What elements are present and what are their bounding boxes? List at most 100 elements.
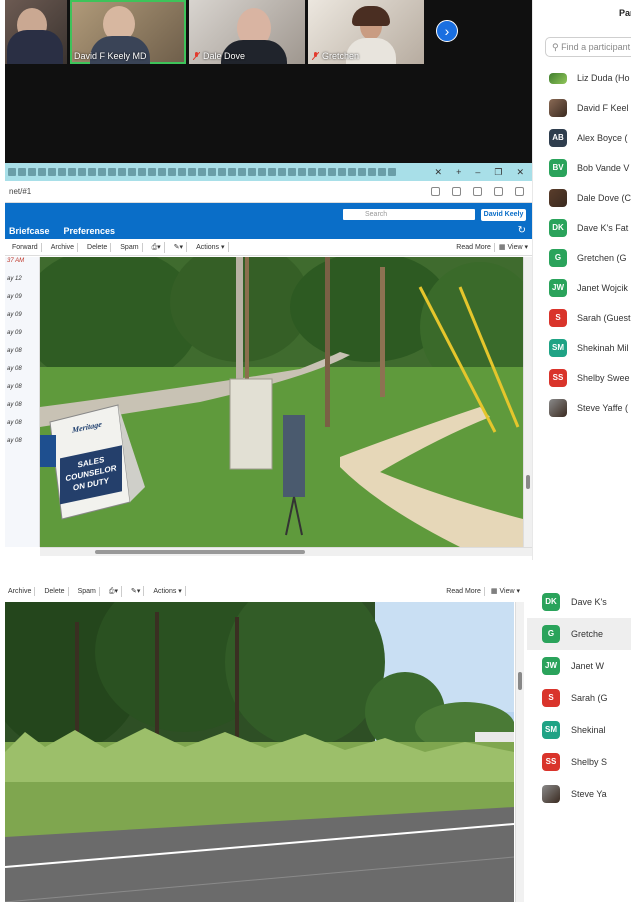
avatar-photo — [549, 399, 567, 417]
muted-mic-icon — [192, 51, 201, 61]
sign-panel: SALES COUNSELOR ON DUTY — [60, 445, 122, 505]
participant-row[interactable]: JW Janet Wojcik — [533, 273, 631, 303]
list-item[interactable]: ay 08 — [5, 437, 39, 455]
tag-icon[interactable]: ✎▾ — [128, 586, 145, 596]
participant-name: Sarah (G — [571, 693, 608, 703]
video-tile[interactable] — [5, 0, 67, 64]
address-text: net/#1 — [9, 187, 32, 196]
meeting-view: David F Keely MD Dale Dove Gretchen › ✕ +… — [5, 0, 532, 556]
delete-button[interactable]: Delete — [41, 586, 69, 596]
participant-row[interactable]: S Sarah (Guest — [533, 303, 631, 333]
list-item[interactable]: ay 08 — [5, 419, 39, 437]
vertical-scrollbar[interactable] — [523, 257, 532, 547]
tile-name-text: Dale Dove — [203, 51, 246, 61]
participant-row[interactable]: DK Dave K's — [527, 586, 631, 618]
participant-row[interactable]: Steve Yaffe ( — [533, 393, 631, 423]
list-item[interactable]: ay 08 — [5, 365, 39, 383]
attachment-photo-2 — [5, 602, 514, 902]
participant-name: Janet W — [571, 661, 605, 671]
copilot-icon[interactable] — [515, 187, 524, 196]
tab-briefcase[interactable]: Briefcase — [9, 226, 50, 236]
tile-name: Gretchen — [311, 51, 360, 61]
list-item[interactable]: ay 09 — [5, 329, 39, 347]
muted-mic-icon — [311, 51, 320, 61]
extension-icon[interactable] — [473, 187, 482, 196]
avatar: AB — [549, 129, 567, 147]
new-tab-icon[interactable]: + — [456, 167, 461, 178]
close-tab-icon[interactable]: ✕ — [435, 167, 443, 178]
participant-row[interactable]: Dale Dove (C — [533, 183, 631, 213]
participant-row[interactable]: SS Shelby Swee — [533, 363, 631, 393]
actions-button[interactable]: Actions ▾ — [193, 242, 229, 252]
spam-button[interactable]: Spam — [117, 242, 143, 252]
participant-name: Gretche — [571, 629, 604, 639]
participant-name: Janet Wojcik — [577, 283, 628, 293]
read-more-button[interactable]: Read More — [443, 586, 485, 596]
read-aloud-icon[interactable] — [431, 187, 440, 196]
print-icon[interactable]: ⎙▾ — [106, 585, 122, 597]
participant-row[interactable]: G Gretche — [527, 618, 631, 650]
list-item[interactable]: ay 08 — [5, 401, 39, 419]
print-icon[interactable]: ⎙▾ — [149, 241, 165, 253]
bottom-screenshot: Archive Delete Spam ⎙▾ ✎▾ Actions ▾ Read… — [0, 582, 631, 911]
avatar: G — [542, 625, 560, 643]
favorite-icon[interactable] — [452, 187, 461, 196]
participant-row[interactable]: S Sarah (G — [527, 682, 631, 714]
minimize-icon[interactable]: – — [475, 167, 480, 178]
participant-name: Shelby Swee — [577, 373, 630, 383]
video-tile-david[interactable]: David F Keely MD — [70, 0, 186, 64]
list-item[interactable]: ay 12 — [5, 275, 39, 293]
shared-screen: ✕ + – ❐ ✕ net/#1 Briefcase Preferences Searc… — [5, 163, 532, 556]
participant-name: Dave K's — [571, 597, 607, 607]
address-bar[interactable]: net/#1 — [5, 181, 532, 203]
participant-row[interactable]: SM Shekinah Mil — [533, 333, 631, 363]
avatar: SM — [542, 721, 560, 739]
tile-name-text: Gretchen — [322, 51, 360, 61]
mail-search-input[interactable]: Search — [343, 209, 475, 220]
view-button[interactable]: ▦ View ▾ — [491, 587, 520, 596]
close-window-icon[interactable]: ✕ — [516, 167, 524, 178]
participants-panel: Par ⚲ Find a participant Liz Duda (Ho Dav… — [532, 0, 631, 560]
list-item[interactable]: 37 AM — [5, 257, 39, 275]
participant-search-input[interactable]: ⚲ Find a participant — [545, 37, 631, 57]
message-list[interactable]: 37 AM ay 12 ay 09 ay 09 ay 09 ay 08 ay 0… — [5, 257, 40, 547]
delete-button[interactable]: Delete — [84, 242, 112, 252]
participant-row[interactable]: JW Janet W — [527, 650, 631, 682]
view-button[interactable]: ▦ View ▾ — [499, 243, 528, 252]
participant-row[interactable]: Steve Ya — [527, 778, 631, 810]
read-more-button[interactable]: Read More — [453, 242, 495, 252]
refresh-icon[interactable]: ↻ — [518, 225, 526, 236]
vertical-scrollbar[interactable] — [515, 602, 524, 902]
list-item[interactable]: ay 09 — [5, 311, 39, 329]
video-tile-dale[interactable]: Dale Dove — [189, 0, 305, 64]
spam-button[interactable]: Spam — [75, 586, 100, 596]
actions-button[interactable]: Actions ▾ — [150, 586, 186, 596]
list-item[interactable]: ay 08 — [5, 347, 39, 365]
horizontal-scrollbar[interactable] — [40, 547, 532, 556]
participant-row[interactable]: SS Shelby S — [527, 746, 631, 778]
tag-icon[interactable]: ✎▾ — [171, 242, 188, 252]
tile-name: David F Keely MD — [74, 51, 147, 61]
video-tile-gretchen[interactable]: Gretchen — [308, 0, 424, 64]
list-item[interactable]: ay 09 — [5, 293, 39, 311]
restore-icon[interactable]: ❐ — [494, 167, 502, 178]
archive-button[interactable]: Archive — [5, 586, 36, 596]
tab-preferences[interactable]: Preferences — [64, 226, 116, 236]
participant-row[interactable]: David F Keel — [533, 93, 631, 123]
profile-icon[interactable] — [494, 187, 503, 196]
avatar: JW — [549, 279, 567, 297]
archive-button[interactable]: Archive — [48, 242, 79, 252]
chevron-right-icon[interactable]: › — [436, 20, 458, 42]
forward-button[interactable]: Forward — [9, 242, 42, 252]
participant-row[interactable]: SM Shekinal — [527, 714, 631, 746]
sales-sign: Meritage SALES COUNSELOR ON DUTY — [54, 404, 126, 515]
participant-row[interactable]: DK Dave K's Fat — [533, 213, 631, 243]
avatar: SS — [549, 369, 567, 387]
participant-row[interactable]: Liz Duda (Ho — [533, 63, 631, 93]
list-item[interactable]: ay 08 — [5, 383, 39, 401]
user-menu[interactable]: David Keely — [481, 209, 526, 221]
participant-row[interactable]: G Gretchen (G — [533, 243, 631, 273]
participant-row[interactable]: BV Bob Vande V — [533, 153, 631, 183]
mail-header: Briefcase Preferences Search David Keely… — [5, 203, 532, 239]
participant-row[interactable]: AB Alex Boyce ( — [533, 123, 631, 153]
